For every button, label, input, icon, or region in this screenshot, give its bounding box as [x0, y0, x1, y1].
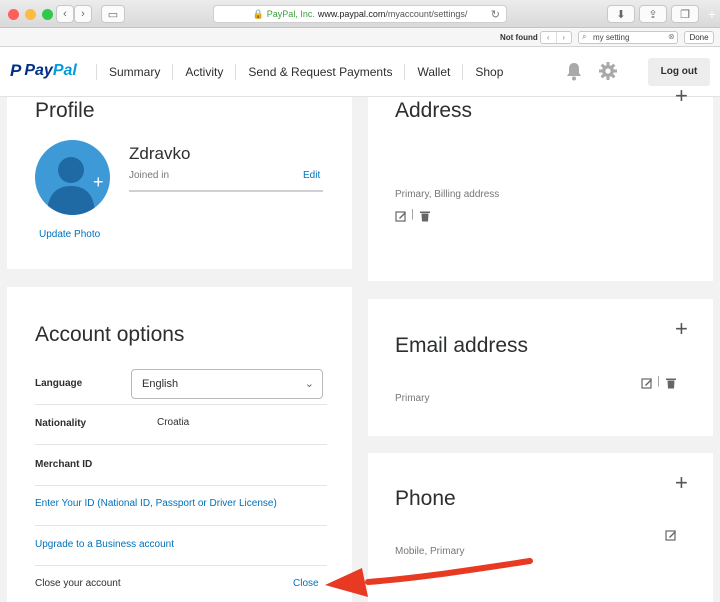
email-card	[368, 299, 713, 436]
merchant-id-label: Merchant ID	[35, 459, 93, 470]
add-phone-plus-icon[interactable]: +	[675, 472, 688, 494]
new-tab-button[interactable]: +	[704, 5, 720, 23]
find-bar: Not found ‹ › my setting ⌕ ⊗ Done	[0, 28, 720, 47]
language-label: Language	[35, 378, 83, 389]
edit-address-icon[interactable]	[395, 210, 407, 222]
divider	[35, 444, 327, 445]
joined-date: Joined in	[129, 170, 170, 181]
logout-button[interactable]: Log out	[648, 58, 710, 86]
url-domain: www.paypal.com	[317, 9, 386, 19]
divider	[35, 525, 327, 526]
profile-title: Profile	[35, 99, 95, 122]
account-options-title: Account options	[35, 323, 185, 346]
icon-separator: |	[411, 208, 414, 220]
profile-progress-bar	[129, 190, 323, 192]
url-secure-label: PayPal, Inc.	[266, 9, 315, 19]
paypal-p-icon: P	[10, 61, 22, 80]
reload-icon[interactable]: ↻	[491, 8, 500, 21]
bell-icon[interactable]	[565, 61, 583, 81]
avatar[interactable]: +	[35, 140, 110, 215]
nav-wallet[interactable]: Wallet	[404, 64, 462, 80]
address-title: Address	[395, 99, 473, 122]
chevron-right-icon: ›	[81, 8, 85, 20]
close-account-link[interactable]: Close	[293, 578, 319, 589]
edit-email-icon[interactable]	[641, 377, 653, 389]
close-window-icon[interactable]	[8, 9, 19, 20]
address-caption: Primary, Billing address	[395, 189, 500, 200]
divider	[35, 404, 327, 405]
phone-card	[368, 453, 713, 602]
address-bar[interactable]: 🔒 PayPal, Inc. www.paypal.com /myaccount…	[213, 5, 507, 23]
minimize-window-icon[interactable]	[25, 9, 36, 20]
logo-pal-text: Pal	[52, 62, 77, 79]
tabs-icon: ❐	[680, 8, 690, 21]
clear-icon[interactable]: ⊗	[668, 32, 675, 41]
browser-toolbar: ‹ › ▭ 🔒 PayPal, Inc. www.paypal.com /mya…	[0, 0, 720, 28]
trash-email-icon[interactable]	[665, 377, 677, 389]
divider	[35, 565, 327, 566]
sidebar-button[interactable]: ▭	[101, 5, 125, 23]
download-button[interactable]: ⬇	[607, 5, 635, 23]
upgrade-business-link[interactable]: Upgrade to a Business account	[35, 539, 174, 550]
forward-button[interactable]: ›	[74, 5, 92, 23]
close-account-label: Close your account	[35, 578, 121, 589]
icon-separator: |	[657, 375, 660, 387]
find-done-button[interactable]: Done	[684, 31, 714, 44]
plus-icon: +	[707, 6, 717, 22]
nationality-label: Nationality	[35, 418, 87, 429]
site-header: P Pay Pal Summary Activity Send & Request…	[0, 47, 720, 97]
add-address-plus-icon[interactable]: +	[675, 85, 688, 107]
find-previous-icon[interactable]: ‹	[541, 32, 556, 43]
profile-name: Zdravko	[129, 144, 191, 163]
sidebar-icon: ▭	[107, 8, 119, 21]
divider	[35, 485, 327, 486]
enter-id-link[interactable]: Enter Your ID (National ID, Passport or …	[35, 498, 277, 509]
find-next-icon[interactable]: ›	[555, 32, 572, 43]
nav-activity[interactable]: Activity	[172, 64, 235, 80]
email-title: Email address	[395, 334, 529, 357]
gear-icon[interactable]	[598, 61, 618, 81]
edit-profile-link[interactable]: Edit	[303, 170, 320, 181]
share-button[interactable]: ⇪	[639, 5, 667, 23]
find-input[interactable]: my setting	[578, 31, 678, 44]
language-value: English	[142, 378, 179, 390]
user-silhouette-icon: +	[47, 157, 104, 215]
nav-send-request[interactable]: Send & Request Payments	[235, 64, 404, 80]
nav-summary[interactable]: Summary	[96, 64, 172, 80]
edit-phone-icon[interactable]	[665, 529, 677, 541]
window-controls	[8, 9, 53, 20]
lock-icon: 🔒	[252, 8, 264, 19]
language-select[interactable]: English ⌄	[131, 369, 323, 399]
trash-address-icon[interactable]	[419, 210, 431, 222]
find-navigation[interactable]: ‹ ›	[540, 31, 572, 44]
find-status: Not found	[500, 33, 538, 42]
chevron-down-icon: ⌄	[304, 378, 314, 390]
tabs-button[interactable]: ❐	[671, 5, 699, 23]
logo-pay-text: Pay	[24, 62, 53, 79]
share-icon: ⇪	[648, 8, 658, 21]
update-photo-link[interactable]: Update Photo	[39, 229, 100, 240]
search-icon: ⌕	[582, 32, 587, 41]
phone-title: Phone	[395, 487, 456, 510]
svg-text:+: +	[93, 172, 104, 192]
nav-shop[interactable]: Shop	[462, 64, 515, 80]
main-navigation: Summary Activity Send & Request Payments…	[96, 47, 515, 97]
phone-caption: Mobile, Primary	[395, 546, 465, 557]
download-icon: ⬇	[616, 8, 626, 21]
url-path: /myaccount/settings/	[385, 9, 468, 19]
paypal-logo[interactable]: P Pay Pal	[10, 61, 77, 81]
back-button[interactable]: ‹	[56, 5, 74, 23]
add-email-plus-icon[interactable]: +	[675, 318, 688, 340]
email-caption: Primary	[395, 393, 430, 404]
chevron-left-icon: ‹	[63, 8, 67, 20]
maximize-window-icon[interactable]	[42, 9, 53, 20]
nationality-value: Croatia	[157, 417, 190, 428]
